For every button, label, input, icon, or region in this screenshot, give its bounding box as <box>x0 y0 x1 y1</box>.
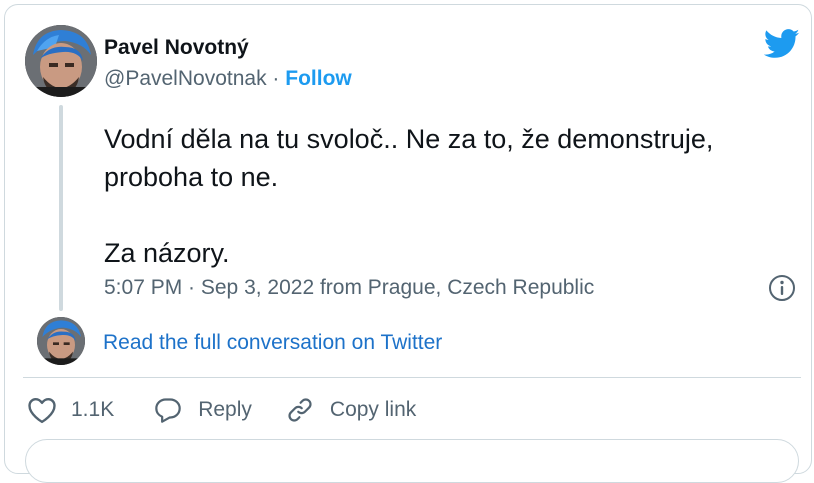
tweet-timestamp-location[interactable]: 5:07 PM · Sep 3, 2022 from Prague, Czech… <box>104 276 594 300</box>
handle-separator: · <box>272 67 280 90</box>
tweet-actions: 1.1K Reply Copy link <box>27 395 416 425</box>
reply-label: Reply <box>198 398 252 421</box>
tweet-line: Za názory. <box>104 238 230 268</box>
reply-button[interactable]: Reply <box>154 396 252 424</box>
reply-bubble-icon <box>155 398 181 423</box>
read-replies-button[interactable] <box>25 439 799 483</box>
author-handle-row: @PavelNovotnak · Follow <box>104 67 352 91</box>
follow-button[interactable]: Follow <box>285 67 352 90</box>
author-name[interactable]: Pavel Novotný <box>104 36 249 60</box>
heart-icon <box>28 397 56 424</box>
tweet-line: proboha to ne. <box>104 162 279 192</box>
author-handle[interactable]: @PavelNovotnak <box>104 67 267 90</box>
conversation-avatar[interactable] <box>37 317 85 365</box>
copy-link-label: Copy link <box>329 398 417 421</box>
author-avatar[interactable] <box>25 25 97 97</box>
tweet-line: Vodní děla na tu svoloč.. Ne za to, že d… <box>104 124 714 154</box>
twitter-bird-icon[interactable] <box>763 29 800 59</box>
thread-line <box>59 105 63 311</box>
like-button[interactable]: 1.1K <box>27 396 114 424</box>
tweet-card: Pavel Novotný @PavelNovotnak · Follow Vo… <box>4 4 812 483</box>
divider <box>23 377 801 378</box>
like-count: 1.1K <box>71 398 115 421</box>
copy-link-button[interactable]: Copy link <box>286 396 416 424</box>
tweet-text: Vodní děla na tu svoloč.. Ne za to, že d… <box>104 120 794 272</box>
read-full-conversation-link[interactable]: Read the full conversation on Twitter <box>103 331 442 355</box>
info-icon[interactable] <box>768 274 796 302</box>
link-icon <box>288 398 312 422</box>
